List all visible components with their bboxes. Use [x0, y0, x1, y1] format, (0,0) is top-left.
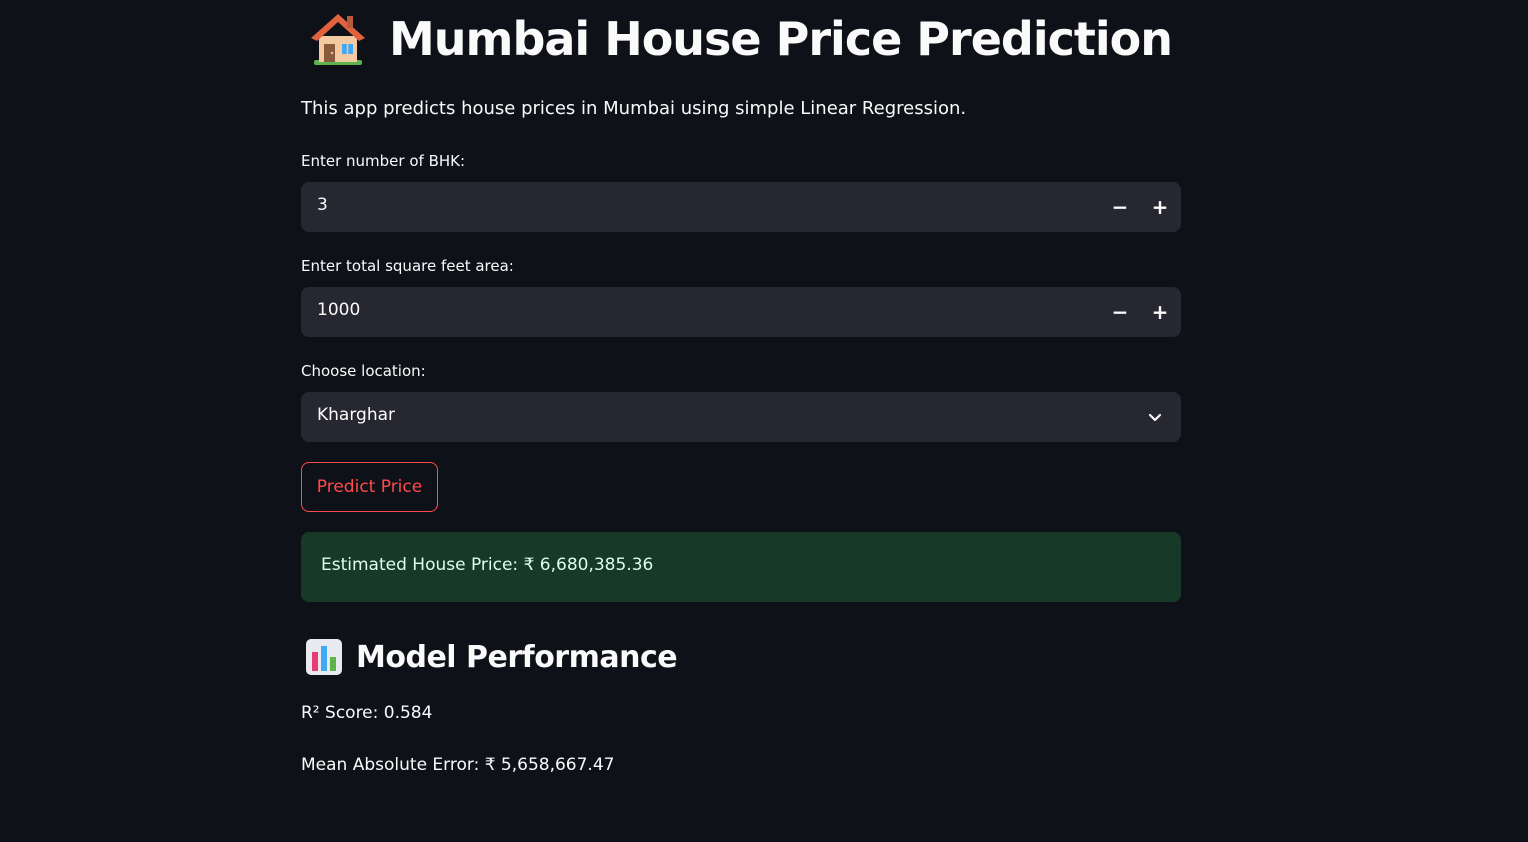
bhk-decrement-button[interactable]: − [1100, 182, 1140, 232]
location-selected-value: Kharghar [317, 405, 396, 425]
chevron-down-icon[interactable] [1147, 409, 1163, 425]
page-title: Mumbai House Price Prediction [389, 12, 1173, 66]
intro-text: This app predicts house prices in Mumbai… [301, 98, 967, 119]
location-select[interactable]: Kharghar [301, 392, 1181, 442]
sqft-label: Enter total square feet area: [301, 257, 514, 275]
model-performance-heading: Model Performance [356, 639, 678, 675]
sqft-value[interactable]: 1000 [317, 300, 360, 320]
mae-text: Mean Absolute Error: ₹ 5,658,667.47 [301, 755, 615, 775]
model-performance-header: Model Performance [305, 638, 678, 676]
bhk-increment-button[interactable]: + [1140, 182, 1180, 232]
predict-price-button[interactable]: Predict Price [301, 462, 438, 512]
prediction-result-text: Estimated House Price: ₹ 6,680,385.36 [321, 555, 654, 575]
sqft-decrement-button[interactable]: − [1100, 287, 1140, 337]
bhk-number-input[interactable]: 3 − + [301, 182, 1181, 232]
bhk-label: Enter number of BHK: [301, 152, 466, 170]
sqft-increment-button[interactable]: + [1140, 287, 1180, 337]
r2-score-text: R² Score: 0.584 [301, 703, 433, 723]
bar-chart-icon [305, 638, 343, 676]
prediction-result-alert: Estimated House Price: ₹ 6,680,385.36 [301, 532, 1181, 602]
sqft-number-input[interactable]: 1000 − + [301, 287, 1181, 337]
location-label: Choose location: [301, 362, 426, 380]
bhk-value[interactable]: 3 [317, 195, 328, 215]
house-icon [309, 10, 367, 68]
page-header: Mumbai House Price Prediction [309, 10, 1173, 68]
